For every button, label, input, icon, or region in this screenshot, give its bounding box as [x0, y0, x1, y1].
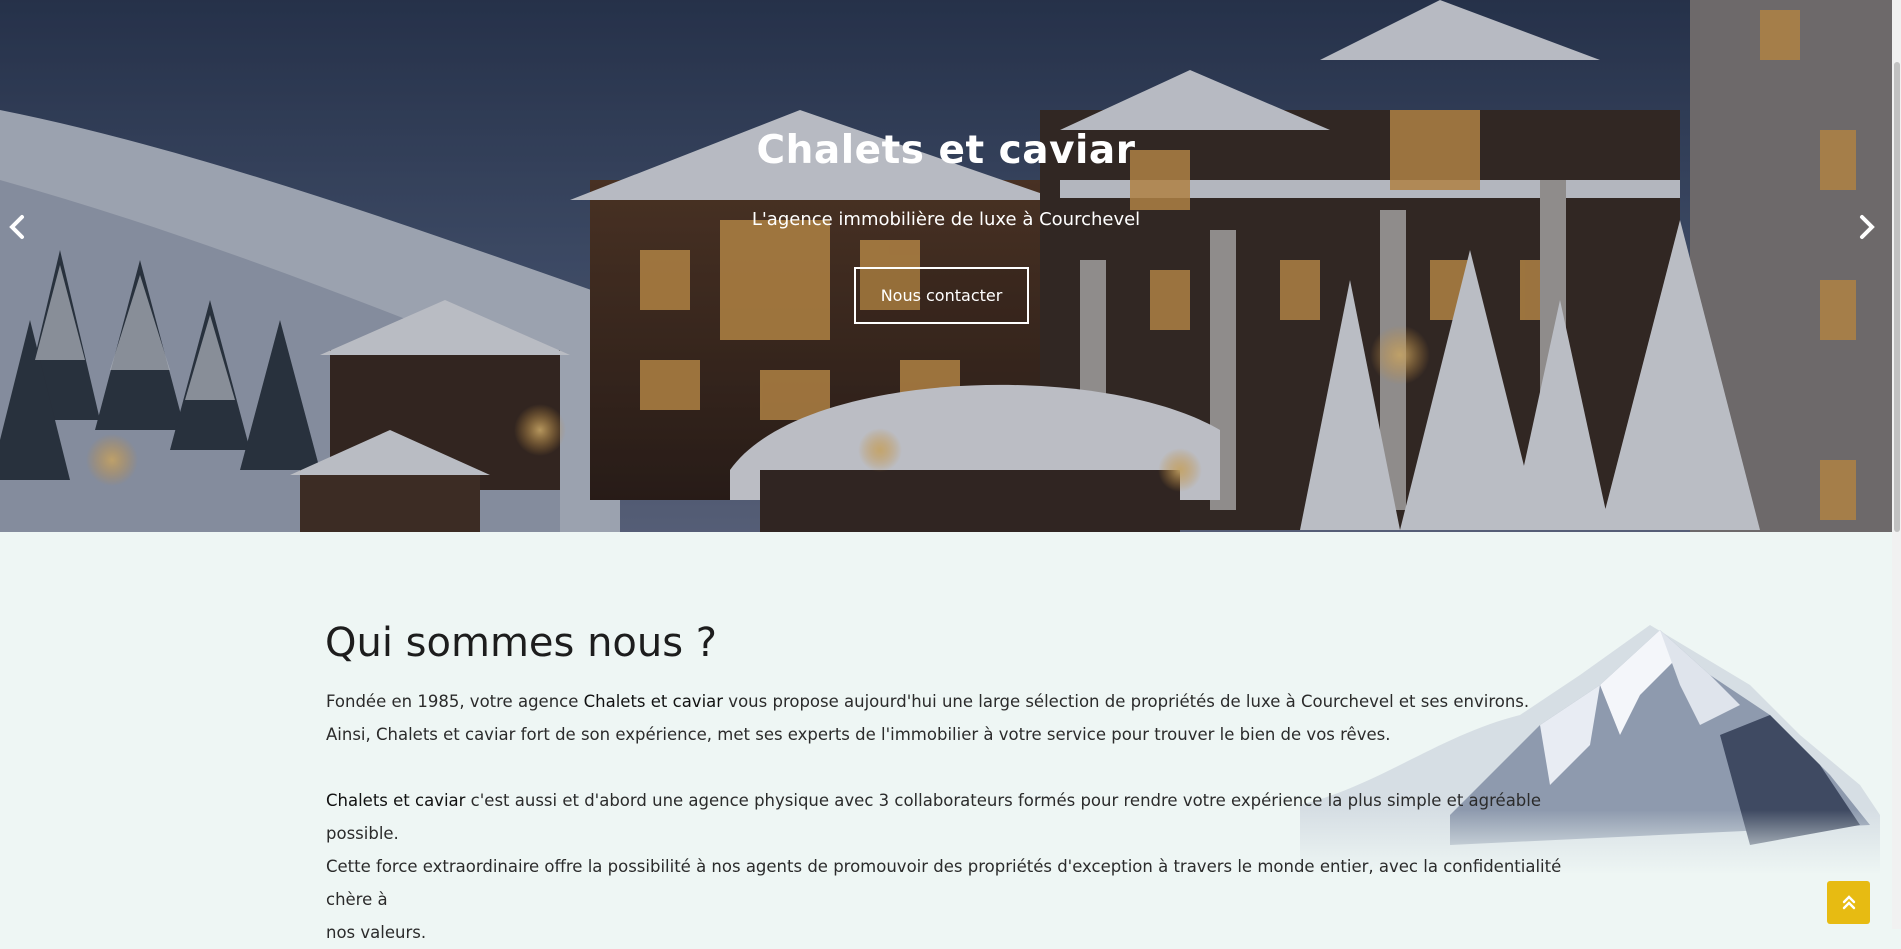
about-p2-text-a: c'est aussi et d'abord une agence physiq… — [326, 791, 1542, 843]
back-to-top-button[interactable] — [1827, 881, 1870, 924]
about-paragraph-1-line-2: Ainsi, Chalets et caviar fort de son exp… — [326, 725, 1391, 744]
double-chevron-up-icon — [1842, 894, 1855, 909]
chevron-right-icon — [1860, 215, 1875, 239]
about-paragraph-1: Fondée en 1985, votre agence Chalets et … — [326, 685, 1566, 718]
about-paragraph-2-line-2: Cette force extraordinaire offre la poss… — [326, 857, 1562, 909]
about-text: Fondée en 1985, votre agence Chalets et … — [326, 685, 1566, 949]
hero-subtitle: L'agence immobilière de luxe à Courcheve… — [751, 209, 1141, 230]
page-scrollbar-thumb[interactable] — [1894, 62, 1900, 532]
hero-overlay — [0, 0, 1892, 532]
chevron-left-icon — [9, 215, 24, 239]
carousel-prev-button[interactable] — [2, 212, 32, 248]
about-p1-brand: Chalets et caviar — [583, 692, 724, 711]
hero-carousel: Chalets et caviar L'agence immobilière d… — [0, 0, 1892, 532]
about-p2-brand: Chalets et caviar — [326, 791, 466, 810]
about-title: Qui sommes nous ? — [325, 620, 718, 666]
carousel-next-button[interactable] — [1852, 212, 1882, 248]
about-paragraph-2: Chalets et caviar c'est aussi et d'abord… — [326, 784, 1566, 850]
contact-button-label: Nous contacter — [880, 286, 1003, 305]
about-p1-text-b: vous propose aujourd'hui une large sélec… — [723, 692, 1530, 711]
contact-button[interactable]: Nous contacter — [854, 267, 1029, 324]
about-paragraph-2-line-3: nos valeurs. — [326, 923, 427, 942]
hero-title: Chalets et caviar — [756, 128, 1136, 173]
about-p1-text-a: Fondée en 1985, votre agence — [326, 692, 584, 711]
